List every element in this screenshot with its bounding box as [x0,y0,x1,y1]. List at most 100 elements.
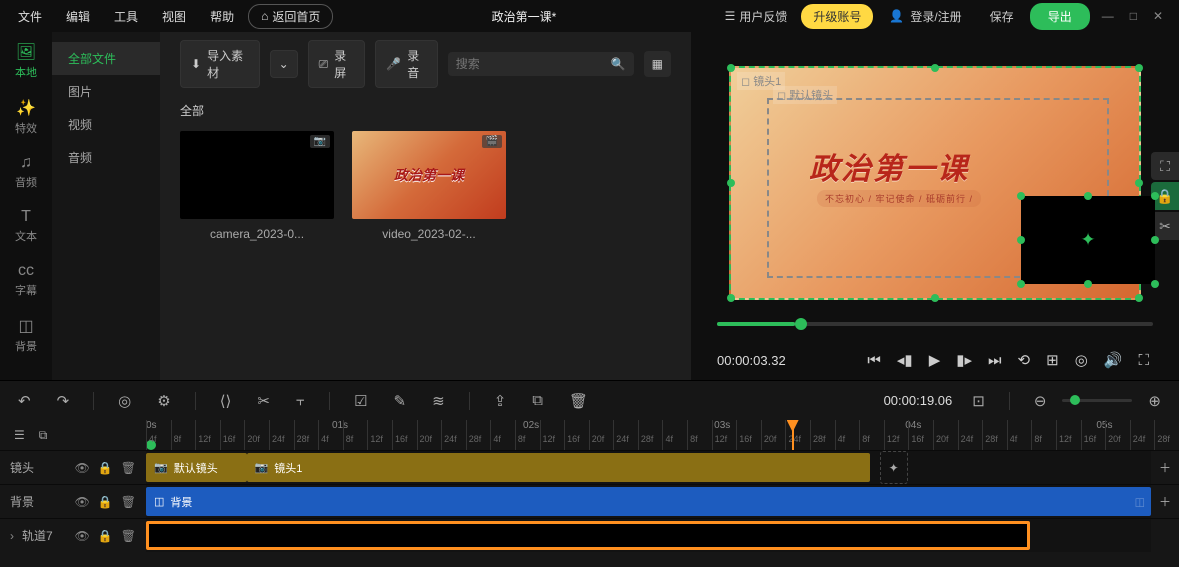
grid-button[interactable]: ⊞ [1042,347,1063,373]
prev-frame-button[interactable]: ◂▮ [893,347,917,373]
add-clip-button[interactable]: ＋ [1151,451,1179,484]
code-button[interactable]: ⟨⟩ [214,388,238,414]
pip-frame[interactable]: ✦ [1021,196,1155,284]
menu-edit[interactable]: 编辑 [56,4,100,29]
track-delete-icon[interactable]: 🗑 [121,529,136,543]
volume-button[interactable]: 🔊 [1100,347,1127,373]
import-icon: ⬇ [191,57,201,71]
menu-help[interactable]: 帮助 [200,4,244,29]
track-visible-icon[interactable]: 👁 [75,495,90,509]
upgrade-button[interactable]: 升级账号 [801,4,873,29]
snapshot-button[interactable]: ◎ [1071,347,1092,373]
default-scene-label: ◻ 默认镜头 [773,86,837,104]
media-item[interactable]: 政治第一课🎬 video_2023-02-... [352,131,506,241]
menu-file[interactable]: 文件 [8,4,52,29]
menu-view[interactable]: 视图 [152,4,196,29]
video-icon: 🎬 [482,135,502,148]
crop-button[interactable]: ✂ [251,388,276,414]
undo-button[interactable]: ↶ [12,388,37,414]
fullscreen-button[interactable]: ⛶ [1134,348,1153,373]
tab-text[interactable]: T文本 [15,208,37,244]
login-button[interactable]: 👤 登录/注册 [877,8,973,25]
next-frame-button[interactable]: ▮▸ [952,347,976,373]
tab-effects[interactable]: ✨特效 [15,98,37,136]
clip-default-scene[interactable]: 📷默认镜头 [146,453,247,482]
export-clip-button[interactable]: ⇪ [488,388,513,414]
edit-button[interactable]: ✎ [388,388,413,414]
track-visible-icon[interactable]: 👁 [75,461,90,475]
search-input[interactable] [456,57,611,71]
copy-button[interactable]: ⧉ [526,388,549,413]
filter-image[interactable]: 图片 [52,75,160,108]
track-lock-icon[interactable]: 🔒 [98,495,113,509]
preview-canvas[interactable]: ◻ 镜头1 ◻ 默认镜头 政治第一课 不忘初心 / 牢记使命 / 砥砺前行 / … [729,66,1141,300]
tab-subtitle[interactable]: cc字幕 [15,262,37,298]
import-dropdown[interactable]: ⌄ [270,50,298,78]
delete-button[interactable]: 🗑 [563,388,594,414]
goto-end-button[interactable]: ⏭ [984,348,1006,373]
layers-button[interactable]: ≋ [426,388,451,414]
thumbnail-text: 政治第一课 [394,165,464,185]
window-minimize-icon[interactable]: — [1102,9,1114,23]
grid-view-toggle[interactable]: ▦ [644,51,671,77]
record-audio-button[interactable]: 🎤录音 [375,40,437,88]
window-maximize-icon[interactable]: □ [1130,9,1137,23]
settings-button[interactable]: ⚙ [151,388,176,414]
track-lock-icon[interactable]: 🔒 [98,529,113,543]
fit-timeline-button[interactable]: ⊡ [966,388,991,414]
preview-progress[interactable] [717,322,1153,326]
track-lock-icon[interactable]: 🔒 [98,461,113,475]
import-button[interactable]: ⬇导入素材 [180,40,260,88]
playhead[interactable] [792,420,794,450]
zoom-in-button[interactable]: ⊕ [1142,388,1167,414]
save-button[interactable]: 保存 [978,8,1026,25]
zoom-slider[interactable] [1062,399,1132,402]
return-home-button[interactable]: ⌂ 返回首页 [248,4,333,29]
add-track-button[interactable]: ⧉ [39,428,48,443]
camera-icon: 📷 [255,461,269,474]
filter-audio[interactable]: 音频 [52,141,160,174]
track-delete-icon[interactable]: 🗑 [121,495,136,509]
track-visible-icon[interactable]: 👁 [75,529,90,543]
expand-icon[interactable]: › [10,529,14,543]
mark-button[interactable]: ☑ [348,388,373,414]
add-clip-button[interactable]: ＋ [1151,485,1179,518]
loop-button[interactable]: ⟲ [1014,347,1035,373]
split-button[interactable]: ⫟ [290,388,311,413]
bg-icon: ◫ [154,495,164,508]
export-button[interactable]: 导出 [1030,3,1090,30]
tab-audio[interactable]: ♫音频 [15,154,37,190]
search-box[interactable]: 🔍 [448,52,634,76]
add-keyframe-button[interactable]: ✦ [880,451,908,484]
search-icon[interactable]: 🔍 [611,57,626,71]
goto-start-button[interactable]: ⏮ [863,348,885,373]
canvas-title-text: 政治第一课 [809,144,969,188]
zoom-out-button[interactable]: ⊖ [1028,388,1053,414]
clip-label: 镜头1 [274,460,302,476]
clip-scene-1[interactable]: 📷 镜头1 [247,453,870,482]
redo-button[interactable]: ↷ [51,388,76,414]
preview-time: 00:00:03.32 [717,353,786,368]
record-screen-button[interactable]: ⎚录屏 [308,40,366,88]
progress-handle[interactable] [795,318,807,330]
feedback-button[interactable]: ☰ 用户反馈 [715,8,798,25]
clip-selected[interactable] [146,521,1030,550]
target-button[interactable]: ◎ [112,388,137,414]
menu-tool[interactable]: 工具 [104,4,148,29]
filter-all-files[interactable]: 全部文件 [52,42,160,75]
media-item[interactable]: 📷 camera_2023-0... [180,131,334,241]
filter-video[interactable]: 视频 [52,108,160,141]
tab-background[interactable]: ◫背景 [15,316,37,354]
local-icon: 🖼 [16,42,36,62]
background-icon: ◫ [18,316,33,336]
zoom-handle[interactable] [1070,395,1080,405]
window-close-icon[interactable]: ✕ [1153,9,1163,23]
subtitle-icon: cc [18,262,34,280]
timeline-ruler[interactable]: 0s 01s 02s 03s 04s 05s 4f8f12f16f20f24f2… [146,420,1179,450]
clip-background[interactable]: ◫背景◫ [146,487,1151,516]
play-button[interactable]: ▶ [925,347,945,373]
track-bg-label: 背景 [10,493,67,510]
tab-local[interactable]: 🖼本地 [15,42,37,80]
track-delete-icon[interactable]: 🗑 [121,461,136,475]
track-list-button[interactable]: ☰ [14,428,25,442]
